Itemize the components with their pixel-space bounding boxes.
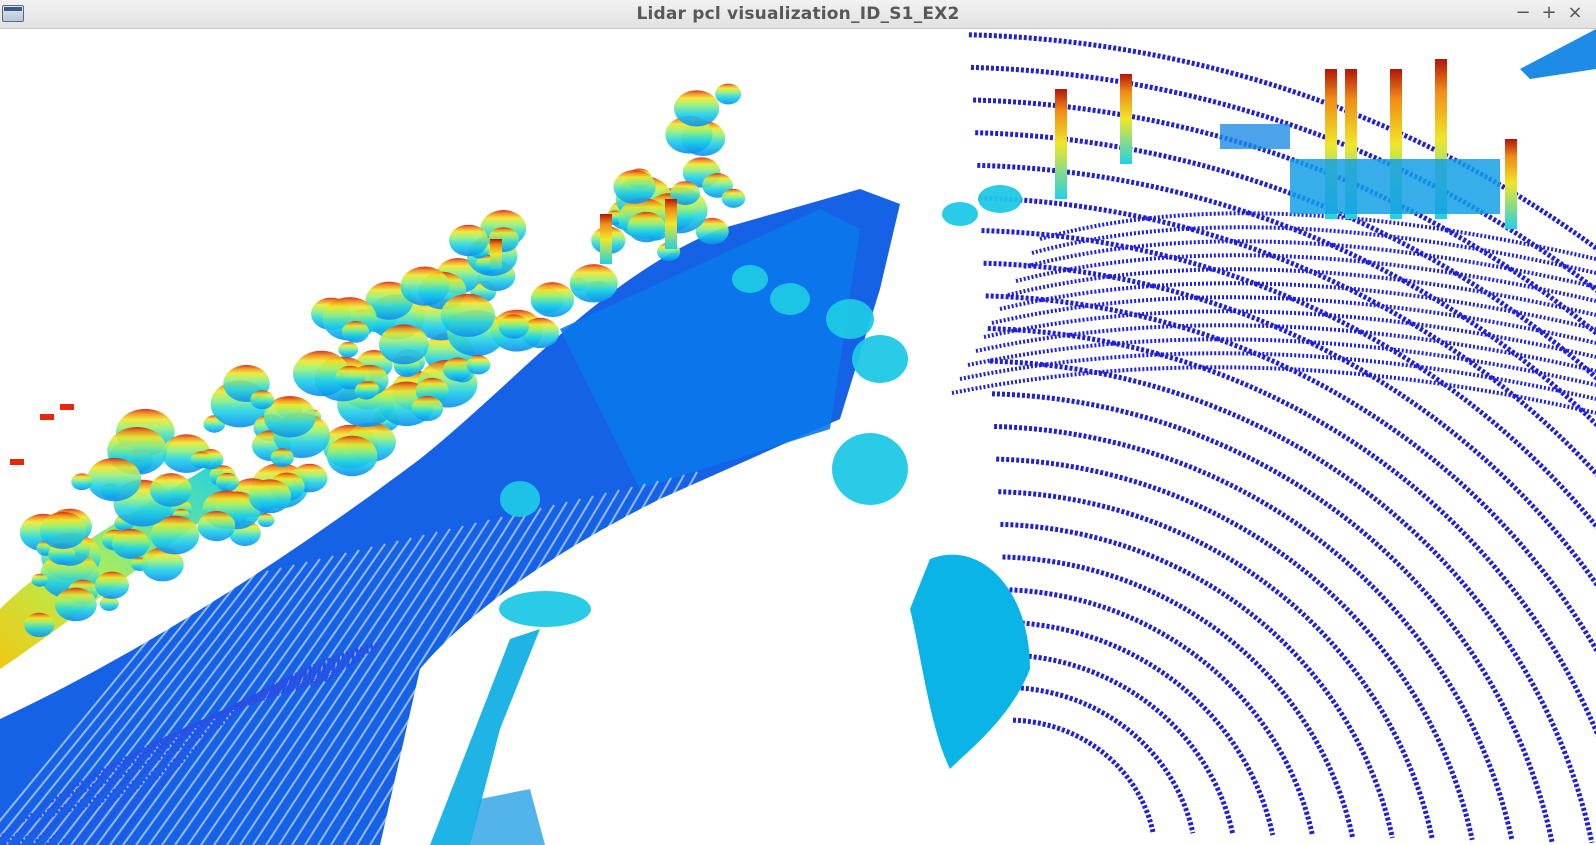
point-cloud-canvas[interactable] [0,29,1596,845]
vegetation-cluster [569,264,618,303]
pole-points [665,199,677,249]
ground-ring [1008,652,1236,835]
pole-points [600,214,612,264]
vegetation-cluster [613,169,656,204]
vehicle-points [826,299,874,339]
ground-ring [991,391,1555,843]
pole-points [490,239,502,269]
vegetation-cluster [721,188,746,208]
vegetation-cluster [248,479,292,514]
ground-ring [1000,521,1395,839]
point-cloud-viewport[interactable] [0,29,1596,845]
ground-ring [977,162,1596,428]
vegetation-cluster [530,282,575,318]
vegetation-cluster [326,435,378,477]
vegetation-cluster [94,571,130,599]
vegetation-cluster [250,390,275,410]
close-button[interactable]: × [1565,2,1585,24]
vegetation-cluster [627,211,666,243]
vehicle-points [500,481,540,517]
ground-ring [981,228,1596,530]
vegetation-cluster [54,587,97,622]
vegetation-cluster [111,528,150,559]
vegetation-cluster [411,395,444,422]
vehicle-points [732,265,768,293]
vegetation-cluster [87,457,142,502]
pole-points [1055,89,1067,199]
structure-points [1290,159,1500,214]
vegetation-cluster [31,573,48,587]
vegetation-cluster [338,341,359,358]
ground-ring [1012,717,1156,833]
title-bar[interactable]: Lidar pcl visualization_ID_S1_EX2 − + × [0,0,1596,29]
vegetation-cluster [257,513,275,528]
pole-points [1120,74,1132,164]
app-window: Lidar pcl visualization_ID_S1_EX2 − + × [0,0,1596,845]
structure-points [1520,29,1596,79]
vegetation-cluster [341,320,370,343]
vehicle-points [942,202,978,226]
ground-ring [1006,619,1276,836]
vegetation-cluster [400,266,450,306]
ground-ring [983,260,1596,588]
vegetation-cluster [190,451,212,469]
vegetation-cluster [71,473,93,491]
structure-points [1220,124,1290,149]
vegetation-cluster [270,448,294,468]
vegetation-cluster [715,83,742,105]
vegetation-cluster [378,324,429,365]
distant-points [40,414,54,420]
vehicle-points [770,283,810,315]
pole-points [1505,139,1517,229]
vegetation-cluster [39,511,87,550]
pedestrian-cluster [910,554,1030,769]
vehicle-points [832,433,908,505]
ground-ring [951,365,1596,415]
vegetation-cluster [448,224,489,257]
maximize-button[interactable]: + [1539,2,1559,24]
ground-ring [1031,225,1596,275]
vehicle-points [499,591,591,627]
vegetation-cluster [440,293,495,338]
ground-ring [996,456,1475,841]
distant-points [60,404,74,410]
vehicle-points [978,185,1022,213]
vegetation-cluster [673,90,720,127]
vegetation-cluster [354,381,378,400]
vegetation-cluster [215,472,239,492]
ground-ring [987,326,1596,738]
ground-ring [1010,685,1196,834]
vegetation-cluster [197,510,236,542]
vehicle-points [852,335,908,383]
ground-ring [985,293,1596,655]
ground-ring [1023,239,1596,289]
vegetation-cluster [498,314,529,339]
ground-ring [998,489,1435,840]
minimize-button[interactable]: − [1513,2,1533,24]
window-title: Lidar pcl visualization_ID_S1_EX2 [636,4,960,24]
distant-points [10,459,24,465]
vegetation-cluster [149,473,192,507]
vegetation-cluster [24,612,55,638]
vegetation-cluster [466,355,491,375]
